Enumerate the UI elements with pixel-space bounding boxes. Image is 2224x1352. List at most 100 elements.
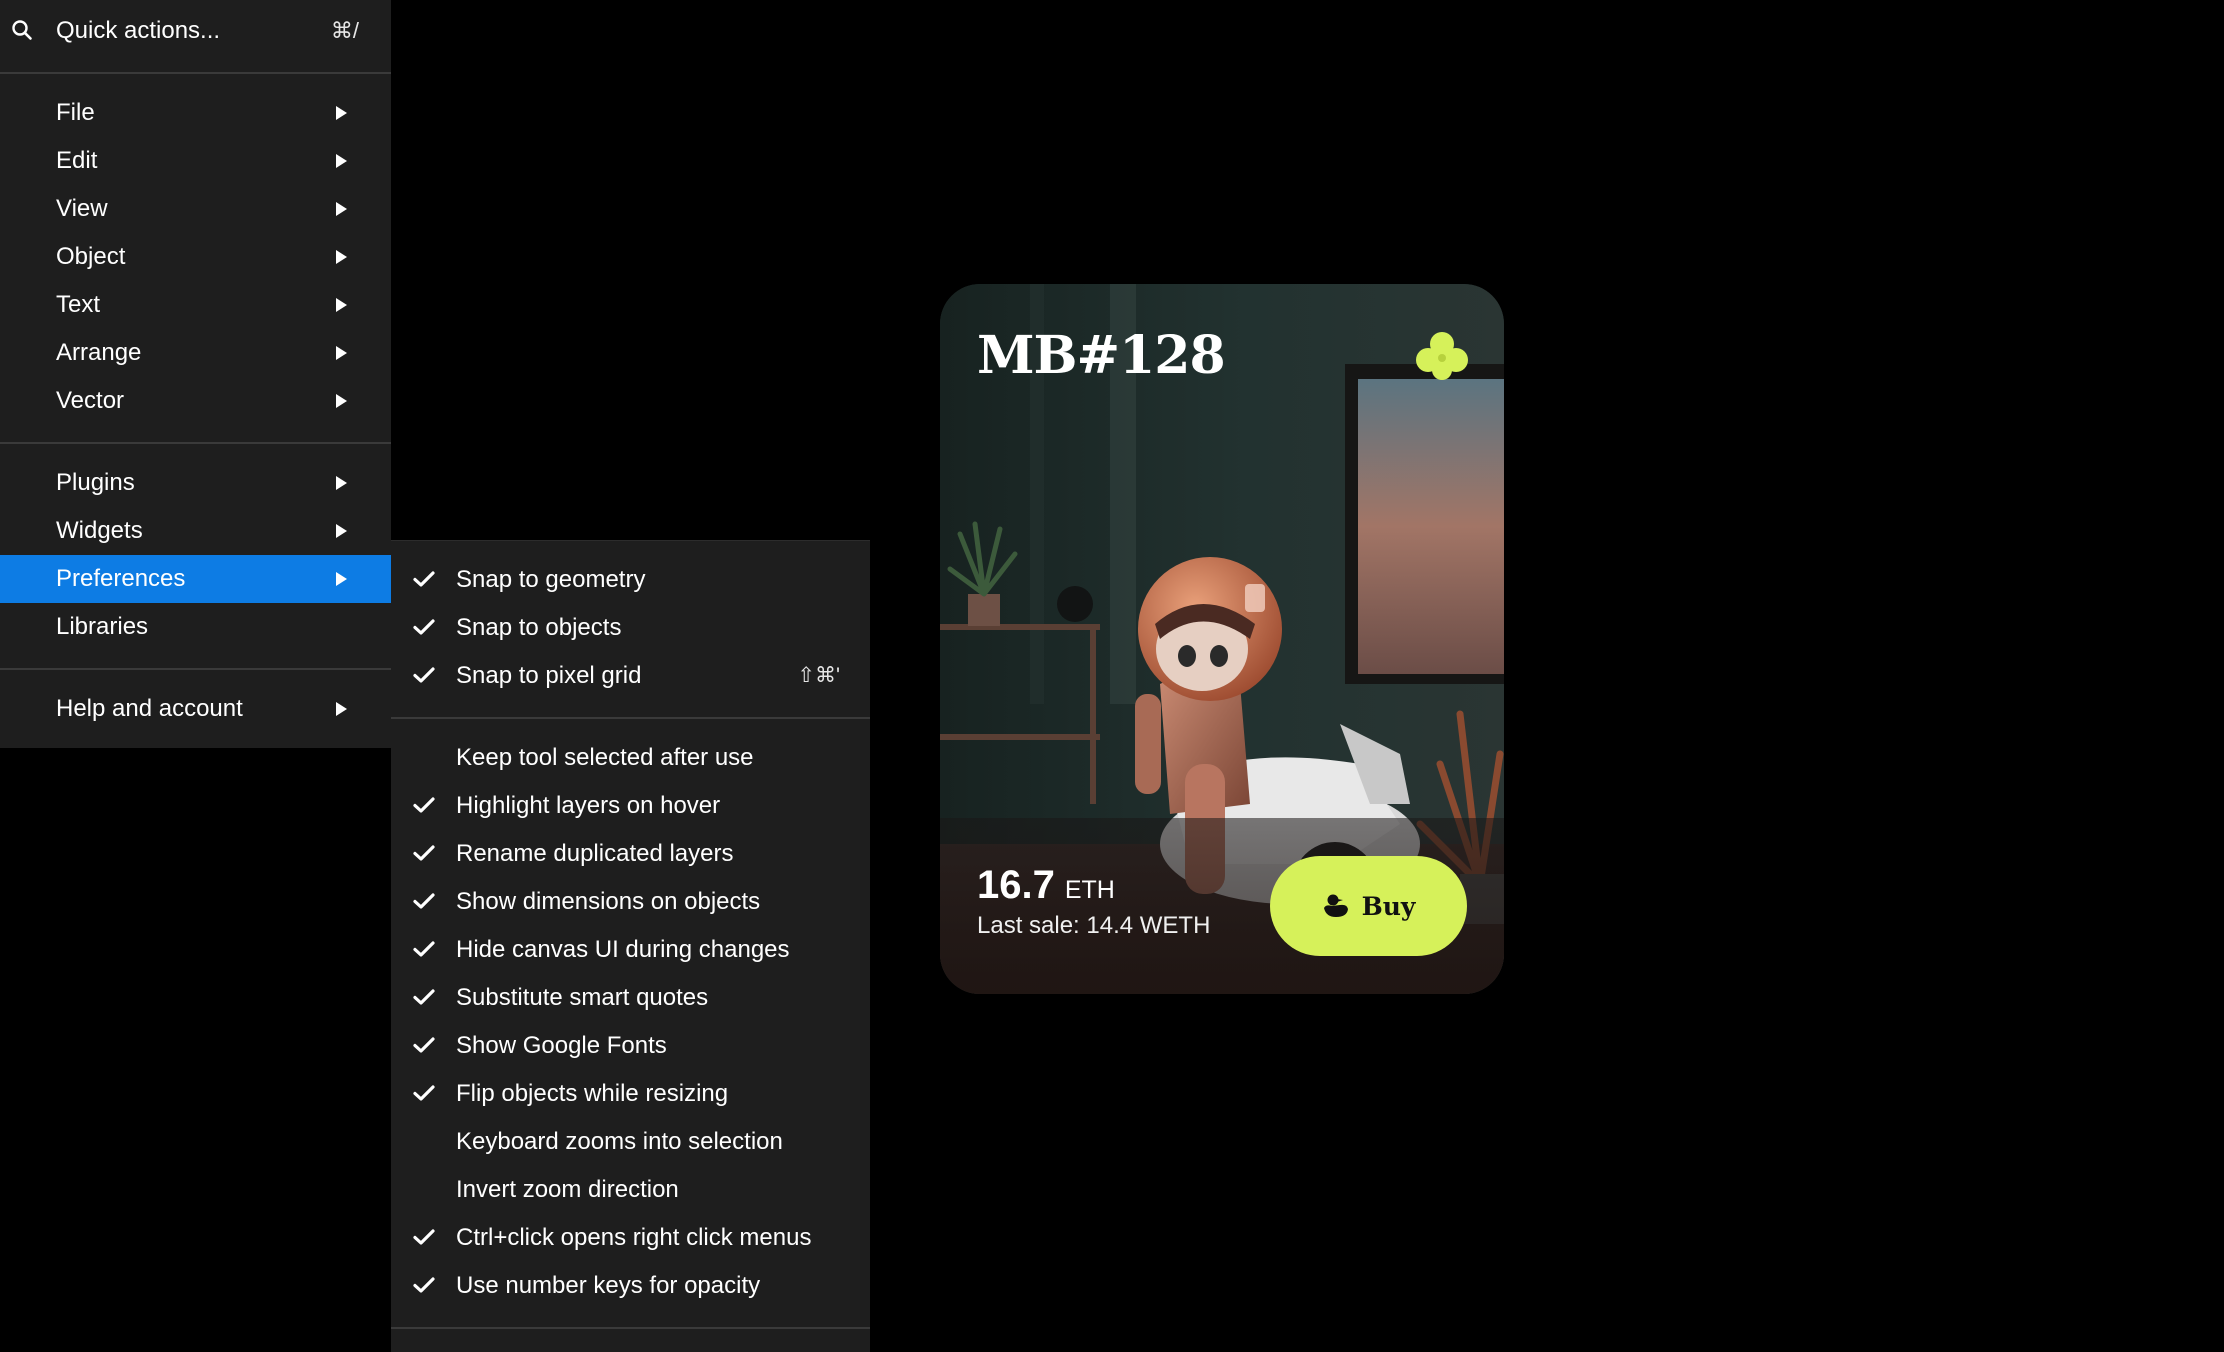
menu-item-view[interactable]: View	[0, 185, 391, 233]
pref-label: Use number keys for opacity	[456, 1272, 761, 1299]
menu-item-label: Widgets	[56, 517, 143, 544]
pref-highlight-layers-on-hover[interactable]: Highlight layers on hover	[391, 782, 870, 830]
pref-label: Snap to pixel grid	[456, 662, 642, 689]
checkmark-icon	[413, 893, 435, 909]
submenu-arrow-icon	[336, 394, 347, 408]
checkmark-icon	[413, 571, 435, 587]
last-sale: Last sale: 14.4 WETH	[977, 912, 1211, 939]
pref-label: Keyboard zooms into selection	[456, 1128, 783, 1155]
buy-button-label: Buy	[1361, 891, 1416, 921]
checkmark-icon	[413, 1085, 435, 1101]
canvas: Quick actions... ⌘/ File Edit View Objec…	[0, 0, 2224, 1352]
checkmark-icon	[413, 797, 435, 813]
preferences-submenu: Snap to geometry Snap to objects Snap to…	[391, 540, 870, 1352]
pref-snap-to-pixel-grid[interactable]: Snap to pixel grid ⇧⌘'	[391, 652, 870, 700]
pref-snap-to-geometry[interactable]: Snap to geometry	[391, 556, 870, 604]
pref-flip-objects[interactable]: Flip objects while resizing	[391, 1070, 870, 1118]
nft-title: MB#128	[977, 325, 1226, 386]
checkmark-icon	[413, 1277, 435, 1293]
menu-item-label: Preferences	[56, 565, 186, 592]
pref-hide-canvas-ui[interactable]: Hide canvas UI during changes	[391, 926, 870, 974]
pref-label: Keep tool selected after use	[456, 744, 754, 771]
quick-actions-label: Quick actions...	[56, 17, 221, 44]
menu-item-label: Vector	[56, 387, 125, 414]
menu-divider	[0, 72, 391, 74]
quick-actions-shortcut: ⌘/	[330, 18, 359, 43]
pref-show-dimensions[interactable]: Show dimensions on objects	[391, 878, 870, 926]
search-icon	[12, 20, 32, 40]
submenu-arrow-icon	[336, 476, 347, 490]
menu-divider	[391, 717, 870, 719]
quick-actions-search[interactable]: Quick actions... ⌘/	[0, 0, 391, 63]
checkmark-icon	[413, 1229, 435, 1245]
pref-invert-zoom[interactable]: Invert zoom direction	[391, 1166, 870, 1214]
submenu-arrow-icon	[336, 154, 347, 168]
menu-item-file[interactable]: File	[0, 89, 391, 137]
checkmark-icon	[413, 1037, 435, 1053]
pref-shortcut: ⇧⌘'	[797, 664, 840, 687]
checkmark-icon	[413, 941, 435, 957]
menu-item-label: Libraries	[56, 613, 149, 640]
price-amount: 16.7	[977, 863, 1055, 907]
submenu-arrow-icon	[336, 572, 347, 586]
pref-label: Rename duplicated layers	[456, 840, 734, 867]
checkmark-icon	[413, 845, 435, 861]
pref-label: Highlight layers on hover	[456, 792, 721, 819]
menu-item-label: Arrange	[56, 339, 142, 366]
menu-item-help-and-account[interactable]: Help and account	[0, 685, 391, 733]
pref-keep-tool-selected[interactable]: Keep tool selected after use	[391, 734, 870, 782]
menu-item-object[interactable]: Object	[0, 233, 391, 281]
buy-button[interactable]: Buy	[1270, 856, 1467, 956]
menu-item-plugins[interactable]: Plugins	[0, 459, 391, 507]
checkmark-icon	[413, 989, 435, 1005]
menu-item-arrange[interactable]: Arrange	[0, 329, 391, 377]
pref-substitute-smart-quotes[interactable]: Substitute smart quotes	[391, 974, 870, 1022]
pref-label: Snap to geometry	[456, 566, 646, 593]
checkmark-icon	[413, 667, 435, 683]
submenu-arrow-icon	[336, 250, 347, 264]
submenu-arrow-icon	[336, 702, 347, 716]
menu-item-widgets[interactable]: Widgets	[0, 507, 391, 555]
clover-icon	[1416, 332, 1468, 380]
menu-item-label: Plugins	[56, 469, 135, 496]
pref-number-keys-opacity[interactable]: Use number keys for opacity	[391, 1262, 870, 1310]
menu-item-libraries[interactable]: Libraries	[0, 603, 391, 651]
menu-item-text[interactable]: Text	[0, 281, 391, 329]
pref-label: Show Google Fonts	[456, 1032, 667, 1059]
menu-item-preferences[interactable]: Preferences	[0, 555, 391, 603]
submenu-arrow-icon	[336, 106, 347, 120]
menu-divider	[0, 668, 391, 670]
pref-label: Show dimensions on objects	[456, 888, 761, 915]
pref-label: Ctrl+click opens right click menus	[456, 1224, 812, 1251]
pref-rename-duplicated-layers[interactable]: Rename duplicated layers	[391, 830, 870, 878]
duck-icon	[1323, 894, 1348, 917]
pref-ctrl-click-menus[interactable]: Ctrl+click opens right click menus	[391, 1214, 870, 1262]
menu-item-edit[interactable]: Edit	[0, 137, 391, 185]
pref-show-google-fonts[interactable]: Show Google Fonts	[391, 1022, 870, 1070]
submenu-arrow-icon	[336, 524, 347, 538]
menu-item-label: View	[56, 195, 108, 222]
pref-keyboard-zooms[interactable]: Keyboard zooms into selection	[391, 1118, 870, 1166]
menu-item-label: Help and account	[56, 695, 243, 722]
menu-item-label: Object	[56, 243, 126, 270]
menu-item-label: Text	[56, 291, 101, 318]
pref-snap-to-objects[interactable]: Snap to objects	[391, 604, 870, 652]
submenu-arrow-icon	[336, 346, 347, 360]
price: 16.7 ETH	[977, 862, 1115, 908]
pref-label: Snap to objects	[456, 614, 622, 641]
main-menu: Quick actions... ⌘/ File Edit View Objec…	[0, 0, 391, 748]
pref-label: Substitute smart quotes	[456, 984, 709, 1011]
price-unit: ETH	[1064, 876, 1115, 904]
menu-item-vector[interactable]: Vector	[0, 377, 391, 425]
checkmark-icon	[413, 619, 435, 635]
menu-item-label: File	[56, 99, 95, 126]
submenu-arrow-icon	[336, 298, 347, 312]
pref-label: Hide canvas UI during changes	[456, 936, 790, 963]
pref-label: Invert zoom direction	[456, 1176, 679, 1203]
nft-card[interactable]: MB#128 16.7 ETH Last sale: 14.4 WETH Buy	[940, 284, 1504, 994]
pref-label: Flip objects while resizing	[456, 1080, 729, 1107]
submenu-arrow-icon	[336, 202, 347, 216]
menu-item-label: Edit	[56, 147, 98, 174]
menu-divider	[0, 442, 391, 444]
menu-divider	[391, 1327, 870, 1329]
